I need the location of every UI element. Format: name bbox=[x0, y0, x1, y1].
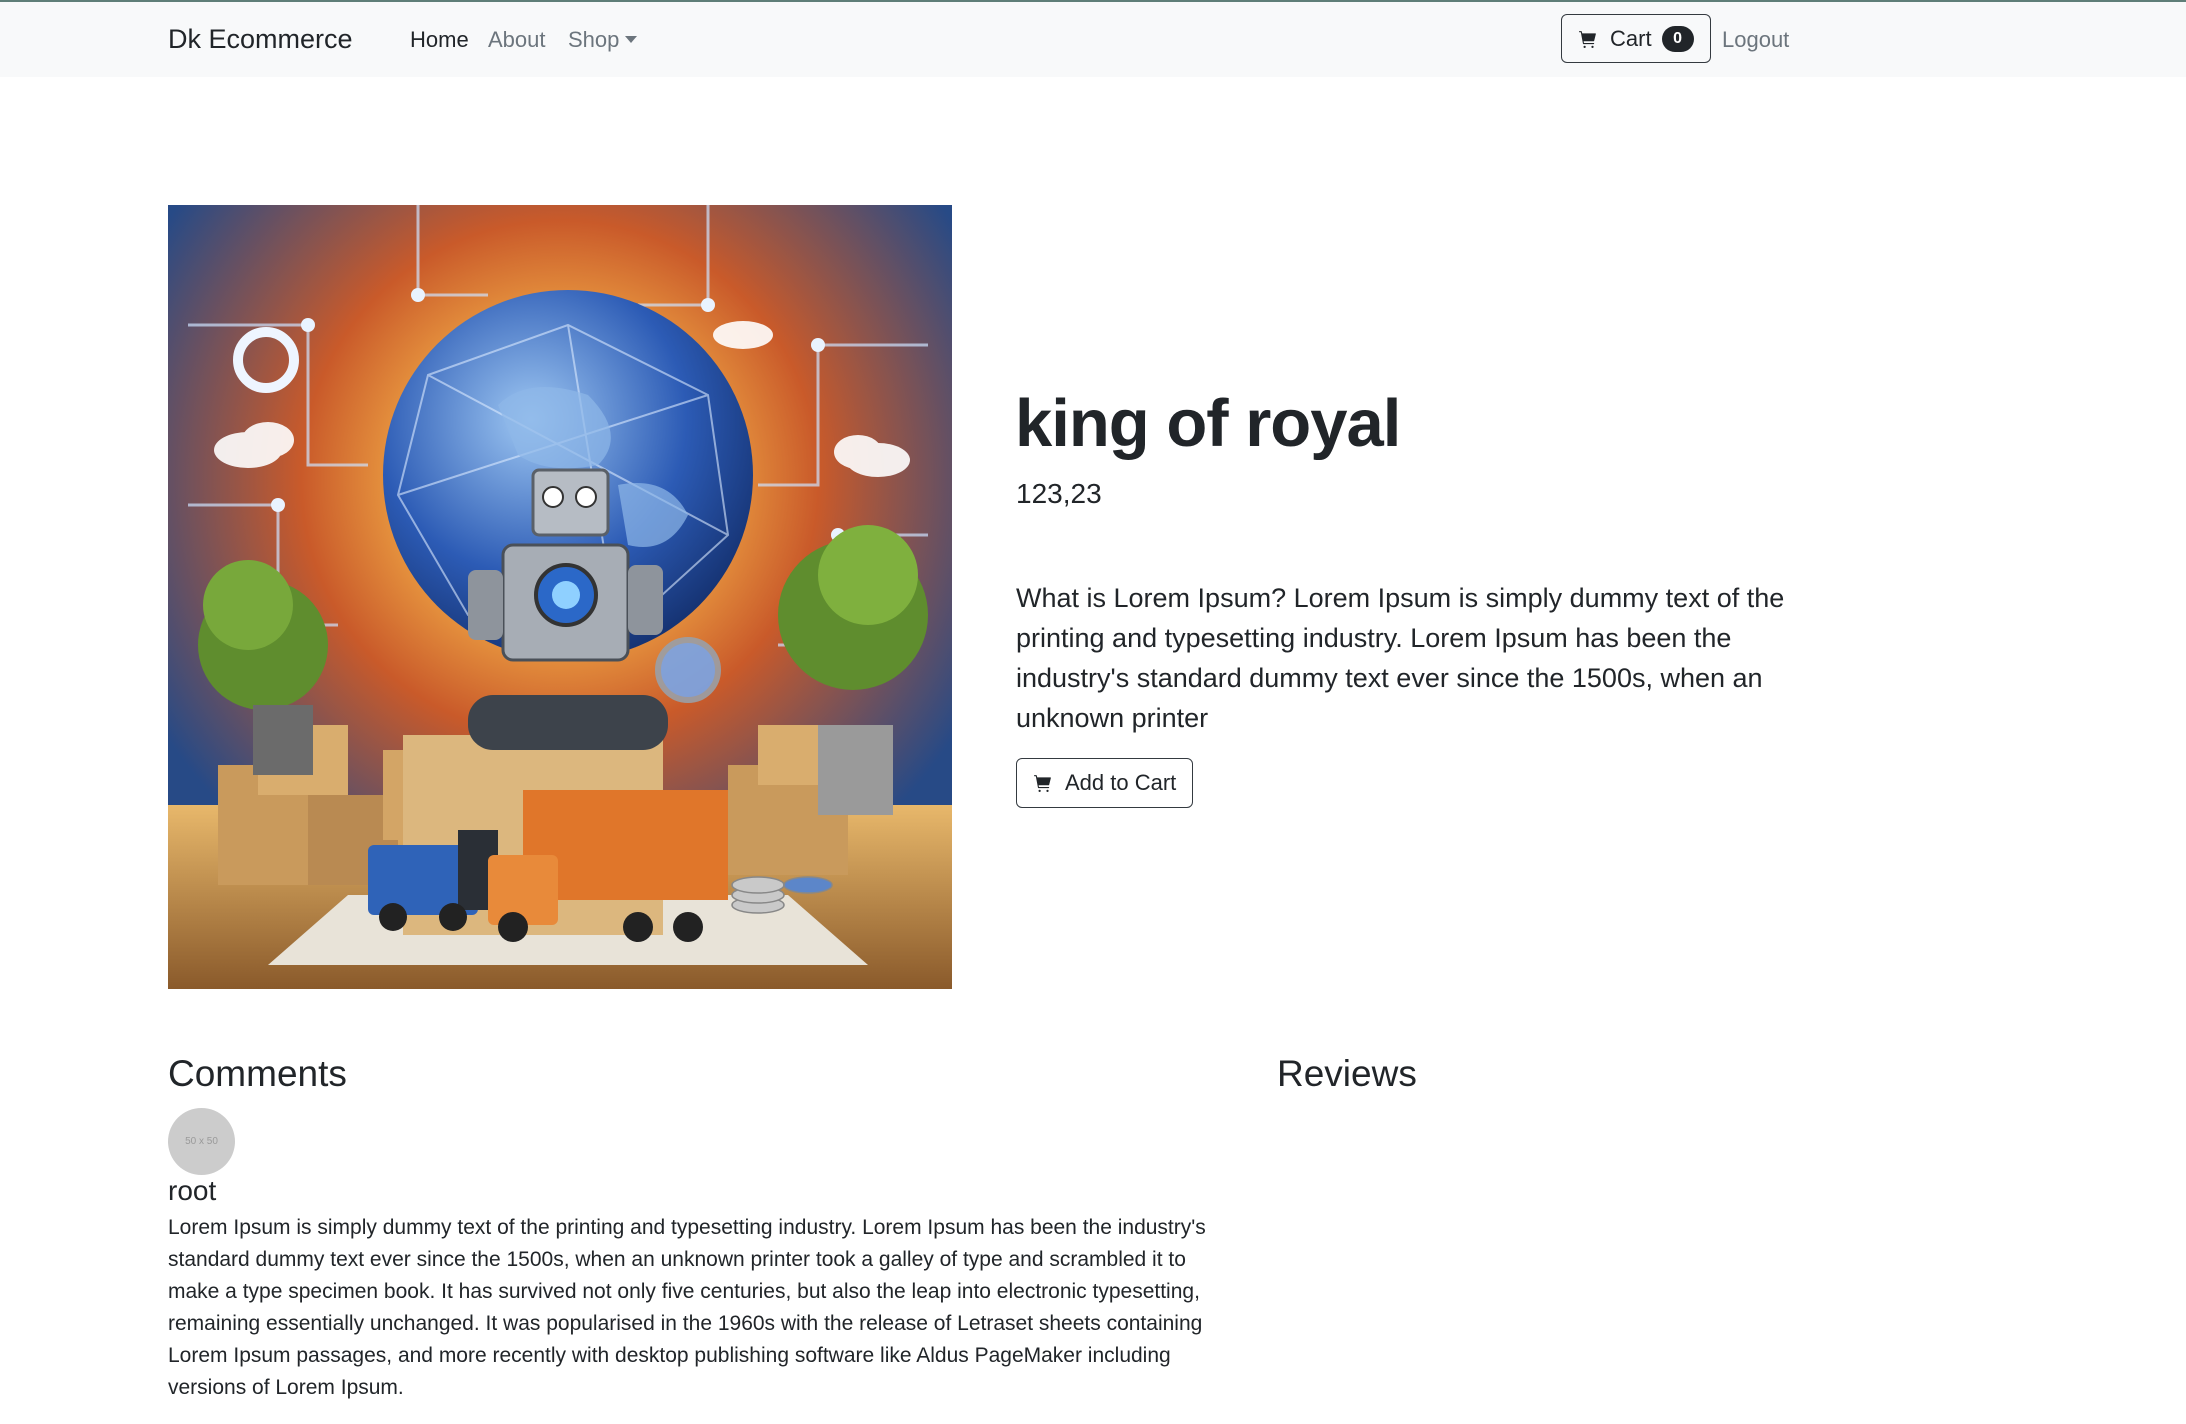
nav-about[interactable]: About bbox=[488, 27, 546, 53]
navbar: Dk Ecommerce Home About Shop Cart 0 Logo… bbox=[0, 2, 2186, 77]
nav-shop-dropdown[interactable]: Shop bbox=[568, 27, 638, 53]
cart-label: Cart bbox=[1610, 25, 1652, 51]
reviews-title: Reviews bbox=[1277, 1053, 1417, 1094]
comments-title: Comments bbox=[168, 1053, 347, 1094]
chevron-down-icon bbox=[625, 36, 638, 43]
avatar-placeholder-text: 50 x 50 bbox=[185, 1136, 218, 1147]
comment-author: root bbox=[168, 1175, 217, 1206]
product-price: 123,23 bbox=[1016, 478, 1102, 509]
product-image bbox=[168, 205, 952, 989]
product-title: king of royal bbox=[1015, 386, 1401, 461]
nav-home[interactable]: Home bbox=[410, 27, 469, 53]
brand-link[interactable]: Dk Ecommerce bbox=[168, 24, 353, 55]
nav-shop-label: Shop bbox=[568, 27, 620, 52]
cart-count-badge: 0 bbox=[1661, 25, 1694, 52]
cart-button[interactable]: Cart 0 bbox=[1561, 14, 1711, 63]
cart-icon bbox=[1579, 30, 1596, 48]
add-to-cart-button[interactable]: Add to Cart bbox=[1016, 758, 1193, 808]
avatar: 50 x 50 bbox=[168, 1108, 235, 1175]
logout-link[interactable]: Logout bbox=[1722, 27, 1789, 53]
cart-icon bbox=[1034, 775, 1051, 792]
product-description: What is Lorem Ipsum? Lorem Ipsum is simp… bbox=[1016, 583, 1785, 733]
add-to-cart-label: Add to Cart bbox=[1065, 770, 1177, 795]
comment-body: Lorem Ipsum is simply dummy text of the … bbox=[168, 1216, 1206, 1399]
